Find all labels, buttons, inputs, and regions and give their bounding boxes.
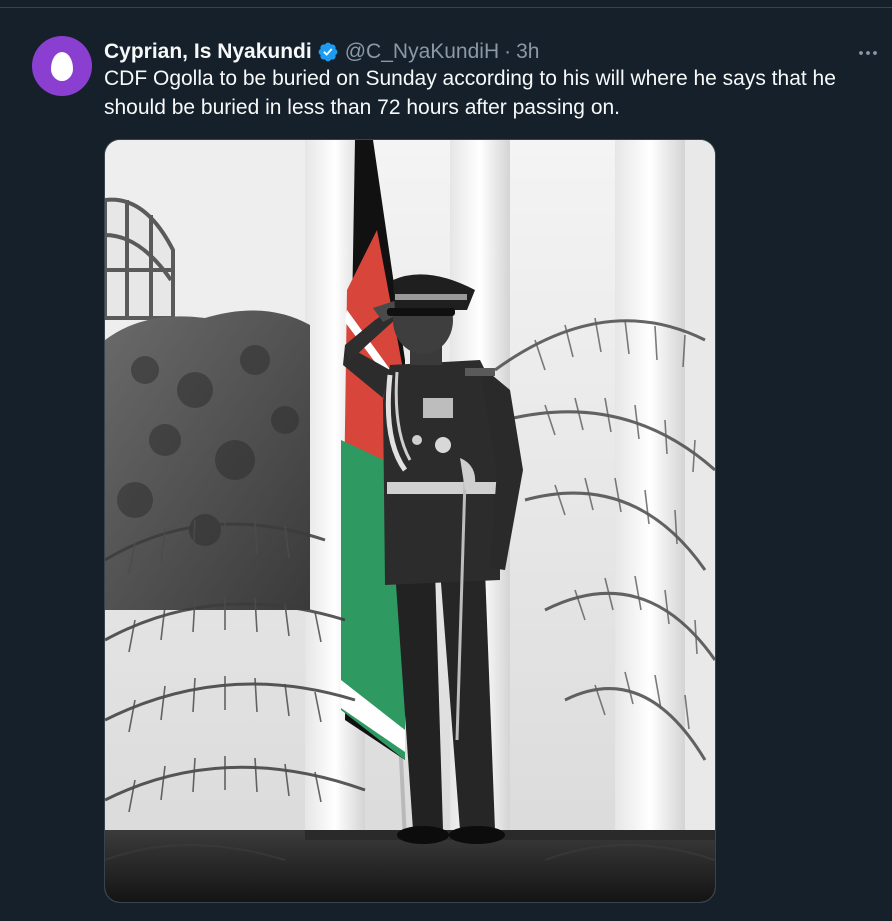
tweet-photo[interactable]	[104, 139, 716, 903]
tweet-text: CDF Ogolla to be buried on Sunday accord…	[104, 67, 836, 119]
egg-icon	[51, 51, 73, 81]
top-divider	[0, 0, 892, 8]
avatar[interactable]	[32, 36, 92, 96]
timestamp[interactable]: 3h	[516, 40, 539, 64]
user-handle[interactable]: @C_NyaKundiH	[345, 40, 499, 64]
tweet[interactable]: Cyprian, Is Nyakundi @C_NyaKundiH · 3h C…	[0, 9, 892, 921]
separator-dot: ·	[504, 40, 512, 63]
display-name[interactable]: Cyprian, Is Nyakundi	[104, 40, 312, 64]
tweet-header: Cyprian, Is Nyakundi @C_NyaKundiH · 3h	[104, 39, 539, 65]
verified-badge-icon	[317, 41, 339, 63]
more-horizontal-icon	[859, 51, 877, 55]
